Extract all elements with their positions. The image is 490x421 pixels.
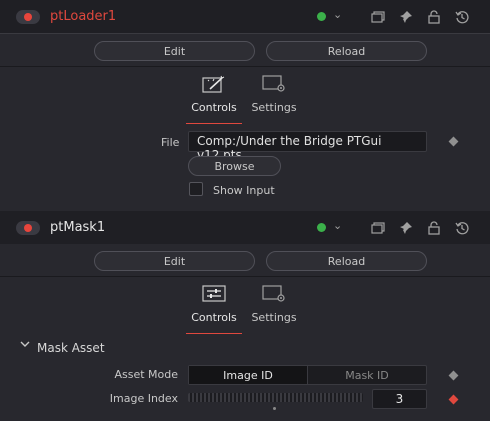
browse-button[interactable]: Browse xyxy=(188,156,281,176)
file-path-field[interactable]: Comp:/Under the Bridge PTGui v12.pts xyxy=(188,131,427,162)
node-enable-toggle[interactable] xyxy=(16,221,40,235)
node-header-ptloader[interactable]: ptLoader1 ⌄ xyxy=(0,0,490,34)
image-index-slider[interactable] xyxy=(188,393,363,402)
lock-icon[interactable] xyxy=(424,218,444,238)
keyframe-diamond-icon[interactable] xyxy=(448,136,459,147)
reset-icon[interactable] xyxy=(452,7,472,27)
toggle-indicator xyxy=(24,224,32,232)
pin-icon[interactable] xyxy=(396,218,416,238)
chevron-down-icon[interactable] xyxy=(20,340,30,351)
show-input-label: Show Input xyxy=(213,184,275,197)
tab-label: Settings xyxy=(251,101,297,114)
inspector-tabs: Controls Settings xyxy=(0,67,490,125)
node-action-bar: Edit Reload xyxy=(0,34,490,67)
asset-mode-image-id[interactable]: Image ID xyxy=(189,366,308,384)
asset-mode-mask-id[interactable]: Mask ID xyxy=(308,366,426,384)
node-title: ptLoader1 xyxy=(50,9,117,24)
settings-gear-icon xyxy=(262,285,286,303)
reload-button[interactable]: Reload xyxy=(266,251,427,271)
node-enable-toggle[interactable] xyxy=(16,10,40,24)
reload-button[interactable]: Reload xyxy=(266,41,427,61)
mask-asset-section: Mask Asset Asset Mode Image ID Mask ID I… xyxy=(0,334,490,421)
lock-icon[interactable] xyxy=(424,7,444,27)
node-title: ptMask1 xyxy=(50,220,106,235)
file-controls: File Comp:/Under the Bridge PTGui v12.pt… xyxy=(0,124,490,214)
sliders-icon xyxy=(202,285,226,303)
window-icon[interactable] xyxy=(368,7,388,27)
keyframe-diamond-icon[interactable] xyxy=(448,370,459,381)
pin-icon[interactable] xyxy=(396,7,416,27)
chevron-down-icon[interactable]: ⌄ xyxy=(333,219,342,232)
show-input-checkbox[interactable] xyxy=(189,182,203,196)
tab-settings[interactable]: Settings xyxy=(246,277,302,335)
magic-wand-icon xyxy=(202,75,226,93)
section-title[interactable]: Mask Asset xyxy=(37,341,105,355)
file-label: File xyxy=(161,136,180,149)
settings-gear-icon xyxy=(262,75,286,93)
tab-settings[interactable]: Settings xyxy=(246,67,302,125)
tab-controls[interactable]: Controls xyxy=(186,277,242,335)
asset-mode-label: Asset Mode xyxy=(114,368,178,381)
tab-label: Controls xyxy=(191,311,237,324)
window-icon[interactable] xyxy=(368,218,388,238)
chevron-down-icon[interactable]: ⌄ xyxy=(333,8,342,21)
inspector-tabs: Controls Settings xyxy=(0,277,490,335)
asset-mode-selector: Image ID Mask ID xyxy=(188,365,427,385)
toggle-indicator xyxy=(24,13,32,21)
tab-label: Controls xyxy=(191,101,237,114)
node-action-bar: Edit Reload xyxy=(0,244,490,277)
tab-label: Settings xyxy=(251,311,297,324)
status-dot-icon[interactable] xyxy=(317,12,326,21)
tab-controls[interactable]: Controls xyxy=(186,67,242,125)
edit-button[interactable]: Edit xyxy=(94,41,255,61)
node-header-ptmask[interactable]: ptMask1 ⌄ xyxy=(0,211,490,245)
reset-icon[interactable] xyxy=(452,218,472,238)
image-index-field[interactable]: 3 xyxy=(372,389,427,409)
keyframe-diamond-icon[interactable] xyxy=(448,394,459,405)
slider-default-marker xyxy=(273,407,276,410)
edit-button[interactable]: Edit xyxy=(94,251,255,271)
status-dot-icon[interactable] xyxy=(317,223,326,232)
image-index-label: Image Index xyxy=(109,392,178,405)
